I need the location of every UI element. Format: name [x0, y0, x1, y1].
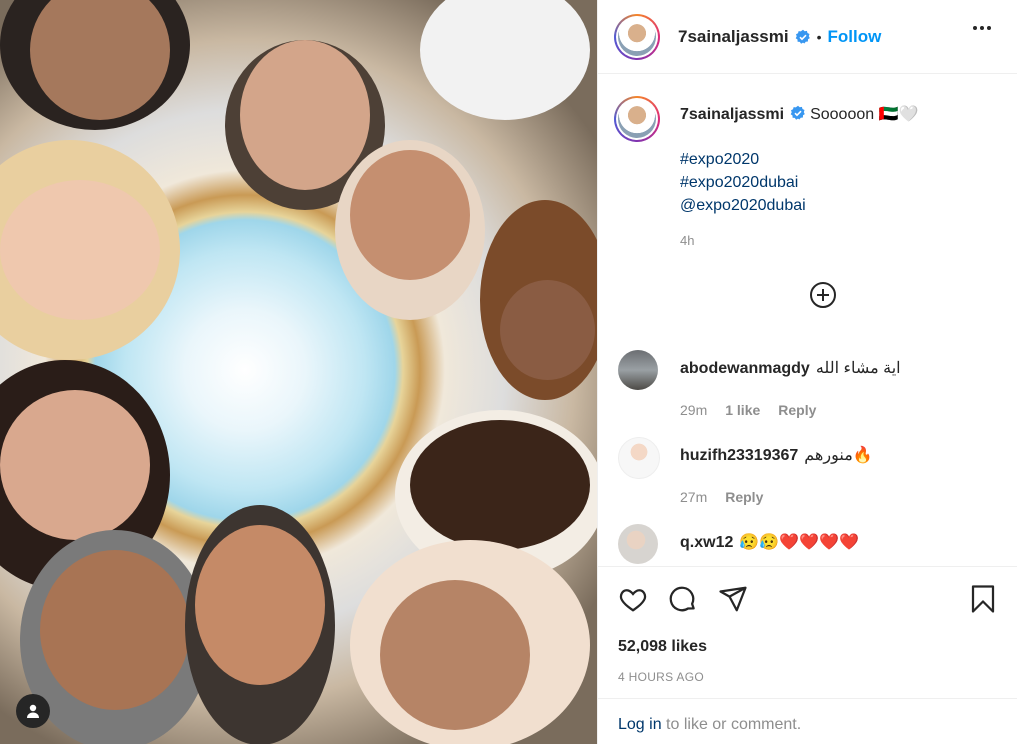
comment-meta: 27m Reply: [680, 489, 763, 505]
post-timestamp[interactable]: 4 HOURS AGO: [618, 670, 704, 684]
comment-icon[interactable]: [668, 584, 698, 619]
caption-body: Sooooon 🇦🇪🤍: [810, 106, 919, 123]
commenter-avatar[interactable]: [618, 524, 658, 564]
hashtag-link[interactable]: #expo2020: [680, 148, 806, 171]
comment-text: q.xw12 😥😥❤️❤️❤️❤️: [680, 532, 859, 552]
heart-icon[interactable]: [618, 584, 648, 619]
person-cap-face: [350, 150, 470, 280]
author-avatar[interactable]: [614, 13, 660, 60]
comment-likes[interactable]: 1 like: [725, 402, 760, 418]
paper-plane-icon[interactable]: [718, 584, 748, 619]
person-bottom-right-face: [380, 580, 530, 730]
caption-author-avatar[interactable]: [614, 96, 660, 142]
comment-item: q.xw12 😥😥❤️❤️❤️❤️: [618, 524, 1008, 566]
user-silhouette-icon: [27, 704, 39, 718]
commenter-avatar[interactable]: [618, 437, 660, 479]
comment-body: 😥😥❤️❤️❤️❤️: [739, 534, 859, 551]
verified-badge-icon: [790, 105, 806, 121]
user-tags-button[interactable]: [16, 694, 50, 728]
follow-button[interactable]: Follow: [827, 27, 881, 47]
person-blonde-face: [0, 180, 160, 320]
login-link[interactable]: Log in: [618, 716, 662, 733]
caption-text-line: 7sainaljassmi Sooooon 🇦🇪🤍: [680, 104, 1010, 126]
commenter-username[interactable]: abodewanmagdy: [680, 360, 810, 377]
mention-link[interactable]: @expo2020dubai: [680, 194, 806, 217]
person-top-face: [240, 40, 370, 190]
commenter-username[interactable]: q.xw12: [680, 534, 733, 551]
comment-meta: 29m 1 like Reply: [680, 402, 816, 418]
likes-count[interactable]: 52,098 likes: [618, 638, 707, 656]
verified-badge-icon: [795, 29, 811, 45]
login-prompt-text: to like or comment.: [661, 716, 802, 733]
comment-body: منورهم🔥: [804, 447, 873, 464]
post-side-panel: 7sainaljassmi • Follow 7sainaljassmi Soo…: [598, 0, 1017, 744]
reply-button[interactable]: Reply: [725, 489, 763, 505]
separator-dot: •: [816, 28, 822, 45]
hashtag-link[interactable]: #expo2020dubai: [680, 171, 806, 194]
comment-time[interactable]: 27m: [680, 489, 707, 505]
person-left-face: [0, 390, 150, 540]
person-bottom-left-face: [40, 550, 190, 710]
commenter-username[interactable]: huzifh23319367: [680, 447, 798, 464]
plus-circle-icon[interactable]: [810, 282, 836, 308]
person-sunglasses-face: [410, 420, 590, 550]
comment-text: huzifh23319367 منورهم🔥: [680, 445, 873, 465]
more-options-icon[interactable]: [973, 26, 991, 30]
comment-time[interactable]: 29m: [680, 402, 707, 418]
login-prompt: Log in to like or comment.: [618, 716, 801, 734]
author-username[interactable]: 7sainaljassmi: [678, 27, 789, 47]
person-top-right-clothes: [420, 0, 590, 120]
bookmark-icon[interactable]: [968, 584, 998, 619]
person-curly-face: [500, 280, 595, 380]
comment-text: abodewanmagdy اية مشاء الله: [680, 358, 901, 378]
post-photo[interactable]: [0, 0, 597, 744]
comment-body: اية مشاء الله: [815, 360, 901, 377]
footer-divider: [598, 698, 1017, 699]
commenter-avatar[interactable]: [618, 350, 658, 390]
post-header: 7sainaljassmi • Follow: [598, 0, 1017, 74]
reply-button[interactable]: Reply: [778, 402, 816, 418]
caption-username[interactable]: 7sainaljassmi: [680, 106, 784, 123]
caption-hashtags: #expo2020 #expo2020dubai @expo2020dubai: [680, 148, 806, 217]
caption-timestamp[interactable]: 4h: [680, 233, 694, 248]
actions-divider: [598, 566, 1017, 567]
person-bottom-face: [195, 525, 325, 685]
